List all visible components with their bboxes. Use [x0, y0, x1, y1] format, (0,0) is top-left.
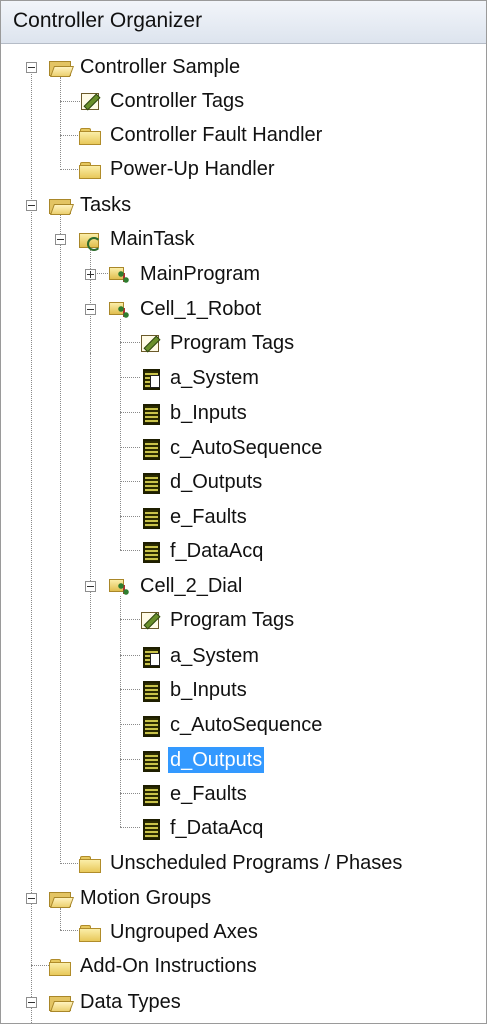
folder-open-icon [49, 195, 71, 215]
tree-item-label: a_System [170, 367, 259, 389]
tree-item-label: Unscheduled Programs / Phases [110, 852, 403, 874]
ladder-routine-icon [139, 541, 161, 563]
ladder-routine-icon [139, 438, 161, 460]
ladder-routine-icon [139, 715, 161, 737]
tree-item-label: Ungrouped Axes [110, 921, 258, 943]
tree-item-label: e_Faults [170, 783, 247, 805]
tree-item-label: e_Faults [170, 506, 247, 528]
main-routine-icon [139, 646, 161, 668]
tree-item-label: Controller Fault Handler [110, 124, 323, 146]
program-icon [109, 264, 131, 284]
folder-icon [49, 956, 71, 976]
ladder-routine-icon [139, 680, 161, 702]
tree-item-label: Controller Sample [80, 56, 241, 78]
tree-item-label: Power-Up Handler [110, 158, 275, 180]
ladder-routine-icon [139, 403, 161, 425]
tree-item-label: Add-On Instructions [80, 955, 257, 977]
tree-item-label: Cell_1_Robot [140, 298, 262, 320]
folder-icon [79, 159, 101, 179]
tree-item-label: b_Inputs [170, 679, 247, 701]
expand-mainprogram-toggle[interactable] [85, 269, 96, 280]
tree-item-label: Cell_2_Dial [140, 575, 243, 597]
panel-title: Controller Organizer [13, 9, 203, 32]
tree-item-label: Program Tags [170, 609, 295, 631]
tree-item-label: c_AutoSequence [170, 714, 323, 736]
collapse-maintask-toggle[interactable] [55, 234, 66, 245]
tree-item-label: f_DataAcq [170, 540, 264, 562]
tags-icon [139, 610, 161, 630]
tree-item-label: Tasks [80, 194, 132, 216]
collapse-cell2-toggle[interactable] [85, 581, 96, 592]
collapse-motion-groups-toggle[interactable] [26, 893, 37, 904]
tree-item-label: d_Outputs [168, 747, 265, 773]
folder-open-icon [49, 57, 71, 77]
tree-item-label: a_System [170, 645, 259, 667]
ladder-routine-icon [139, 818, 161, 840]
organizer-tree[interactable]: Controller Sample Controller Tags Contro… [1, 43, 486, 1023]
folder-icon [79, 853, 101, 873]
tree-item-label: Program Tags [170, 332, 295, 354]
collapse-controller-toggle[interactable] [26, 62, 37, 73]
tree-item-label: Motion Groups [80, 887, 212, 909]
program-icon [109, 576, 131, 596]
tree-item-label: f_DataAcq [170, 817, 264, 839]
folder-open-icon [49, 992, 71, 1012]
collapse-data-types-toggle[interactable] [26, 997, 37, 1008]
folder-open-icon [49, 888, 71, 908]
ladder-routine-icon [139, 784, 161, 806]
tree-item-label: b_Inputs [170, 402, 247, 424]
tree-item-label: MainTask [110, 228, 195, 250]
folder-icon [79, 125, 101, 145]
collapse-tasks-toggle[interactable] [26, 200, 37, 211]
tree-item-label: d_Outputs [170, 471, 263, 493]
task-icon [79, 229, 101, 251]
tree-item-label: Controller Tags [110, 90, 245, 112]
tree-item-label: MainProgram [140, 263, 261, 285]
controller-organizer-panel: Controller Organizer Controller Sample C… [0, 0, 487, 1024]
tree-item-label: Data Types [80, 991, 181, 1013]
collapse-cell1-toggle[interactable] [85, 304, 96, 315]
folder-icon [79, 922, 101, 942]
tree-item-label: c_AutoSequence [170, 437, 323, 459]
panel-titlebar: Controller Organizer [1, 1, 486, 44]
main-routine-icon [139, 368, 161, 390]
ladder-routine-icon [139, 750, 161, 772]
program-icon [109, 299, 131, 319]
tags-icon [139, 333, 161, 353]
ladder-routine-icon [139, 507, 161, 529]
tags-icon [79, 91, 101, 111]
ladder-routine-icon [139, 472, 161, 494]
